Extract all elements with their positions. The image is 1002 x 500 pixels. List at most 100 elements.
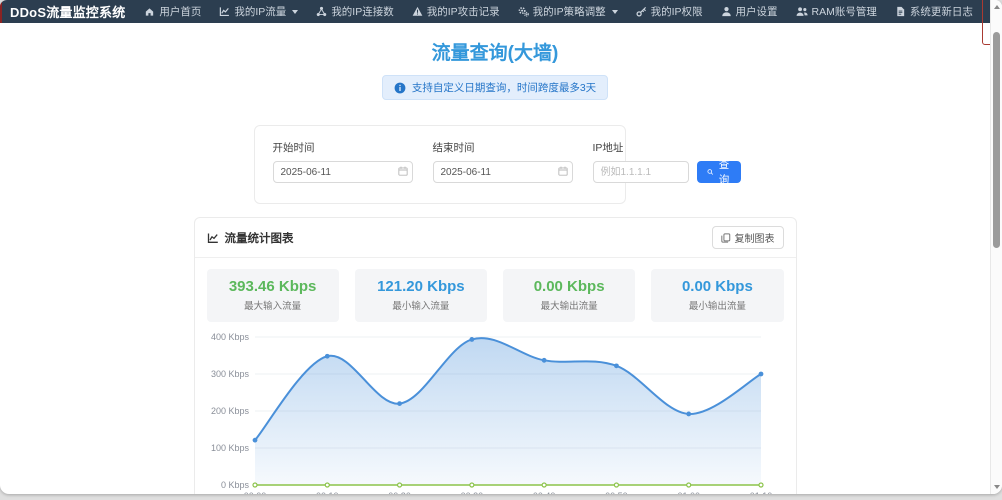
start-date-input[interactable] [273, 161, 413, 183]
navbar: DDoS流量监控系统 用户首页 我的IP流量 我的IP连接数 我的IP攻击记录 [0, 0, 990, 23]
search-icon [707, 167, 714, 177]
chart-icon [207, 232, 219, 244]
svg-text:00:20: 00:20 [388, 491, 411, 494]
traffic-line-chart: 0 Kbps100 Kbps200 Kbps300 Kbps400 Kbps00… [205, 328, 784, 494]
input-series-point [469, 337, 474, 342]
output-series-point [253, 483, 257, 487]
nav-item-system-changelog[interactable]: 系统更新日志 [886, 0, 982, 23]
stat-value: 0.00 Kbps [655, 278, 779, 295]
stat-min-input: 121.20 Kbps 最小输入流量 [355, 269, 487, 322]
stat-max-output: 0.00 Kbps 最大输出流量 [503, 269, 635, 322]
search-button-label: 查询 [717, 157, 731, 187]
chevron-down-icon [612, 10, 618, 14]
main-content: 流量查询(大墙) 支持自定义日期查询，时间跨度最多3天 开始时间 结束时间 [0, 38, 990, 494]
ip-address-label: IP地址 [593, 140, 742, 155]
svg-text:00:10: 00:10 [316, 491, 339, 494]
nav-item-home[interactable]: 用户首页 [135, 0, 210, 23]
input-series-point [252, 438, 257, 443]
end-time-label: 结束时间 [433, 140, 573, 155]
copy-icon [721, 233, 731, 243]
svg-text:300 Kbps: 300 Kbps [210, 369, 249, 379]
chevron-down-icon [292, 10, 298, 14]
stat-label: 最小输入流量 [359, 298, 483, 312]
users-icon [796, 6, 808, 17]
scrollbar-up-arrow[interactable] [994, 5, 1000, 9]
browser-window: DDoS流量监控系统 用户首页 我的IP流量 我的IP连接数 我的IP攻击记录 [0, 0, 1002, 494]
copy-chart-button[interactable]: 复制图表 [712, 226, 784, 249]
input-series-point [686, 412, 691, 417]
nav-item-label: 我的IP攻击记录 [427, 4, 500, 19]
info-alert-text: 支持自定义日期查询，时间跨度最多3天 [412, 80, 596, 95]
nav-items: 用户首页 我的IP流量 我的IP连接数 我的IP攻击记录 我的IP策略调整 [135, 0, 981, 23]
nav-item-label: RAM账号管理 [812, 4, 877, 19]
ip-address-group: IP地址 查询 [593, 140, 742, 183]
chart-card-title-text: 流量统计图表 [225, 230, 294, 246]
stats-row: 393.46 Kbps 最大输入流量 121.20 Kbps 最小输入流量 0.… [195, 258, 796, 326]
svg-text:200 Kbps: 200 Kbps [210, 406, 249, 416]
calendar-icon [558, 166, 568, 176]
chart-area: 0 Kbps100 Kbps200 Kbps300 Kbps400 Kbps00… [195, 326, 796, 494]
scrollbar-thumb[interactable] [993, 32, 1000, 248]
output-series-point [542, 483, 546, 487]
svg-text:00:50: 00:50 [605, 491, 628, 494]
nav-item-user-settings[interactable]: 用户设置 [712, 0, 787, 23]
svg-text:00:00: 00:00 [243, 491, 266, 494]
svg-text:00:30: 00:30 [460, 491, 483, 494]
output-series-point [397, 483, 401, 487]
nav-item-label: 我的IP权限 [651, 4, 703, 19]
nav-item-label: 用户设置 [736, 4, 778, 19]
svg-text:01:10: 01:10 [749, 491, 772, 494]
output-series-point [614, 483, 618, 487]
chart-card-header: 流量统计图表 复制图表 [195, 218, 796, 258]
nav-item-my-ip-attack-log[interactable]: 我的IP攻击记录 [403, 0, 509, 23]
nav-item-my-ip-connections[interactable]: 我的IP连接数 [307, 0, 402, 23]
svg-text:0 Kbps: 0 Kbps [220, 480, 249, 490]
nav-item-my-ip-traffic[interactable]: 我的IP流量 [210, 0, 307, 23]
nav-item-label: 我的IP流量 [234, 4, 286, 19]
chart-line-icon [219, 6, 230, 17]
start-time-label: 开始时间 [273, 140, 413, 155]
nav-item-my-ip-permissions[interactable]: 我的IP权限 [627, 0, 712, 23]
ip-address-input[interactable] [593, 161, 689, 183]
home-icon [144, 6, 155, 17]
stat-value: 393.46 Kbps [211, 278, 335, 295]
svg-text:01:00: 01:00 [677, 491, 700, 494]
stat-label: 最大输入流量 [211, 298, 335, 312]
input-series-point [614, 363, 619, 368]
file-icon [895, 6, 906, 17]
svg-text:00:40: 00:40 [532, 491, 555, 494]
traffic-chart-card: 流量统计图表 复制图表 393.46 Kbps 最大输入流量 121.20 Kb… [194, 217, 797, 494]
stat-value: 0.00 Kbps [507, 278, 631, 295]
stat-label: 最小输出流量 [655, 298, 779, 312]
output-series-point [686, 483, 690, 487]
app-brand: DDoS流量监控系统 [8, 2, 135, 21]
user-icon [721, 6, 732, 17]
nav-item-label: 我的IP策略调整 [533, 4, 606, 19]
info-icon [394, 82, 406, 94]
input-series-point [324, 354, 329, 359]
end-date-input[interactable] [433, 161, 573, 183]
gears-icon [518, 6, 529, 17]
chart-card-title: 流量统计图表 [207, 230, 294, 246]
scrollbar[interactable] [990, 0, 1002, 494]
copy-chart-label: 复制图表 [735, 230, 775, 245]
stat-max-input: 393.46 Kbps 最大输入流量 [207, 269, 339, 322]
network-icon [316, 6, 327, 17]
stat-value: 121.20 Kbps [359, 278, 483, 295]
stat-label: 最大输出流量 [507, 298, 631, 312]
search-button[interactable]: 查询 [697, 161, 742, 183]
warning-icon [412, 6, 423, 17]
input-series-point [541, 358, 546, 363]
page-title: 流量查询(大墙) [0, 38, 990, 65]
nav-item-label: 用户首页 [159, 4, 201, 19]
output-series-point [325, 483, 329, 487]
start-time-group: 开始时间 [273, 140, 413, 183]
scrollbar-down-arrow[interactable] [994, 485, 1000, 489]
output-series-point [469, 483, 473, 487]
stat-min-output: 0.00 Kbps 最小输出流量 [651, 269, 783, 322]
nav-item-ram-accounts[interactable]: RAM账号管理 [787, 0, 886, 23]
input-series-point [758, 372, 763, 377]
screen-edge-artifact [0, 0, 2, 23]
input-series-point [397, 401, 402, 406]
nav-item-my-ip-policy[interactable]: 我的IP策略调整 [509, 0, 627, 23]
